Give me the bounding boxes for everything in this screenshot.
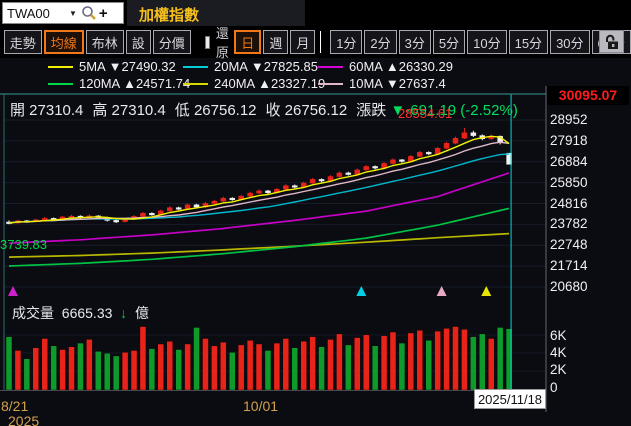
legend-line-swatch — [318, 83, 343, 85]
interval-button-2分[interactable]: 2分 — [364, 30, 396, 54]
price-tick-label: 24816 — [550, 196, 588, 211]
x-tick-label: 8/21 — [1, 398, 28, 414]
interval-button-5分[interactable]: 5分 — [433, 30, 465, 54]
legend-text: 240MA ▲23327.19 — [214, 76, 325, 91]
price-tick-label: 27918 — [550, 133, 588, 148]
date-tooltip: 2025/11/18 — [474, 389, 546, 409]
toolbar-divider — [320, 31, 321, 53]
restore-label: 還原 — [216, 23, 229, 61]
legend-line-swatch — [183, 83, 208, 85]
restore-checkbox[interactable] — [205, 36, 210, 49]
x-tick-label: 10/01 — [243, 398, 278, 414]
mode-button-布林[interactable]: 布林 — [86, 30, 124, 54]
price-tick-label: 22748 — [550, 237, 588, 252]
search-icon[interactable] — [81, 5, 97, 21]
legend-text: 10MA ▼27637.4 — [349, 76, 446, 91]
legend-item-240MA: 240MA ▲23327.19 — [183, 76, 325, 91]
symbol-tab-label: 加權指數 — [139, 4, 199, 25]
top-bar: TWA00 ▼ + 加權指數 — [0, 0, 631, 26]
volume-value: 6665.33 — [62, 305, 113, 321]
period-button-週[interactable]: 週 — [263, 30, 288, 54]
mode-button-分價[interactable]: 分價 — [153, 30, 191, 54]
ohlc-field-低: 低 26756.12 — [175, 102, 257, 119]
legend-item-10MA: 10MA ▼27637.4 — [318, 76, 446, 91]
legend-item-20MA: 20MA ▼27825.85 — [183, 59, 318, 74]
period-button-月[interactable]: 月 — [290, 30, 315, 54]
volume-tick-label: 2K — [550, 362, 567, 377]
legend-line-swatch — [318, 66, 343, 68]
legend-item-120MA: 120MA ▲24571.74 — [48, 76, 190, 91]
symbol-value: TWA00 — [7, 6, 69, 21]
volume-tick-label: 4K — [550, 345, 567, 360]
symbol-combobox[interactable]: TWA00 ▼ + — [2, 2, 124, 24]
legend-text: 20MA ▼27825.85 — [214, 59, 318, 74]
legend-item-5MA: 5MA ▼27490.32 — [48, 59, 176, 74]
volume-tick-label: 0 — [550, 380, 558, 395]
volume-unit: 億 — [135, 305, 149, 321]
volume-header: 成交量 6665.33 ↓ 億 — [12, 303, 149, 323]
interval-button-3分[interactable]: 3分 — [399, 30, 431, 54]
volume-down-arrow-icon: ↓ — [120, 305, 127, 321]
legend-item-60MA: 60MA ▲26330.29 — [318, 59, 453, 74]
highlight-price-box: 30095.07 — [547, 86, 629, 105]
legend-text: 5MA ▼27490.32 — [79, 59, 176, 74]
chart-toolbar: 走勢均線布林設分價 還原 日週月 1分2分3分5分10分15分30分60分 — [0, 26, 631, 58]
interval-button-15分[interactable]: 15分 — [509, 30, 548, 54]
price-tick-label: 23782 — [550, 216, 588, 231]
legend-text: 60MA ▲26330.29 — [349, 59, 453, 74]
price-tick-label: 28952 — [550, 112, 588, 127]
interval-button-1分[interactable]: 1分 — [330, 30, 362, 54]
legend-line-swatch — [48, 83, 73, 85]
ohlc-field-高: 高 27310.4 — [92, 102, 165, 119]
legend-line-swatch — [48, 66, 73, 68]
legend-text: 120MA ▲24571.74 — [79, 76, 190, 91]
interval-button-30分[interactable]: 30分 — [550, 30, 589, 54]
add-symbol-button[interactable]: + — [99, 5, 108, 22]
mode-button-設[interactable]: 設 — [126, 30, 151, 54]
price-tick-label: 26884 — [550, 154, 588, 169]
chevron-down-icon[interactable]: ▼ — [69, 9, 77, 18]
lock-button[interactable] — [599, 30, 624, 53]
left-ma-value-label: 3739.83 — [0, 237, 47, 252]
volume-tick-label: 6K — [550, 328, 567, 343]
legend-line-swatch — [183, 66, 208, 68]
x-axis-year-label: 2025 — [8, 413, 39, 426]
price-tick-label: 20680 — [550, 279, 588, 294]
mode-button-均線[interactable]: 均線 — [44, 30, 84, 54]
ma-legend: 5MA ▼27490.32 20MA ▼27825.85 60MA ▲26330.2… — [0, 59, 560, 93]
ohlc-field-開: 開 27310.4 — [10, 102, 83, 119]
volume-label: 成交量 — [12, 305, 54, 321]
price-tick-label: 25850 — [550, 175, 588, 190]
mode-button-走勢[interactable]: 走勢 — [4, 30, 42, 54]
peak-price-annotation: 28554.61 — [398, 106, 458, 121]
interval-button-10分[interactable]: 10分 — [467, 30, 506, 54]
period-button-日[interactable]: 日 — [234, 30, 261, 54]
open-padlock-icon — [604, 34, 620, 50]
price-tick-label: 21714 — [550, 258, 588, 273]
ohlc-field-收: 收 26756.12 — [266, 102, 348, 119]
